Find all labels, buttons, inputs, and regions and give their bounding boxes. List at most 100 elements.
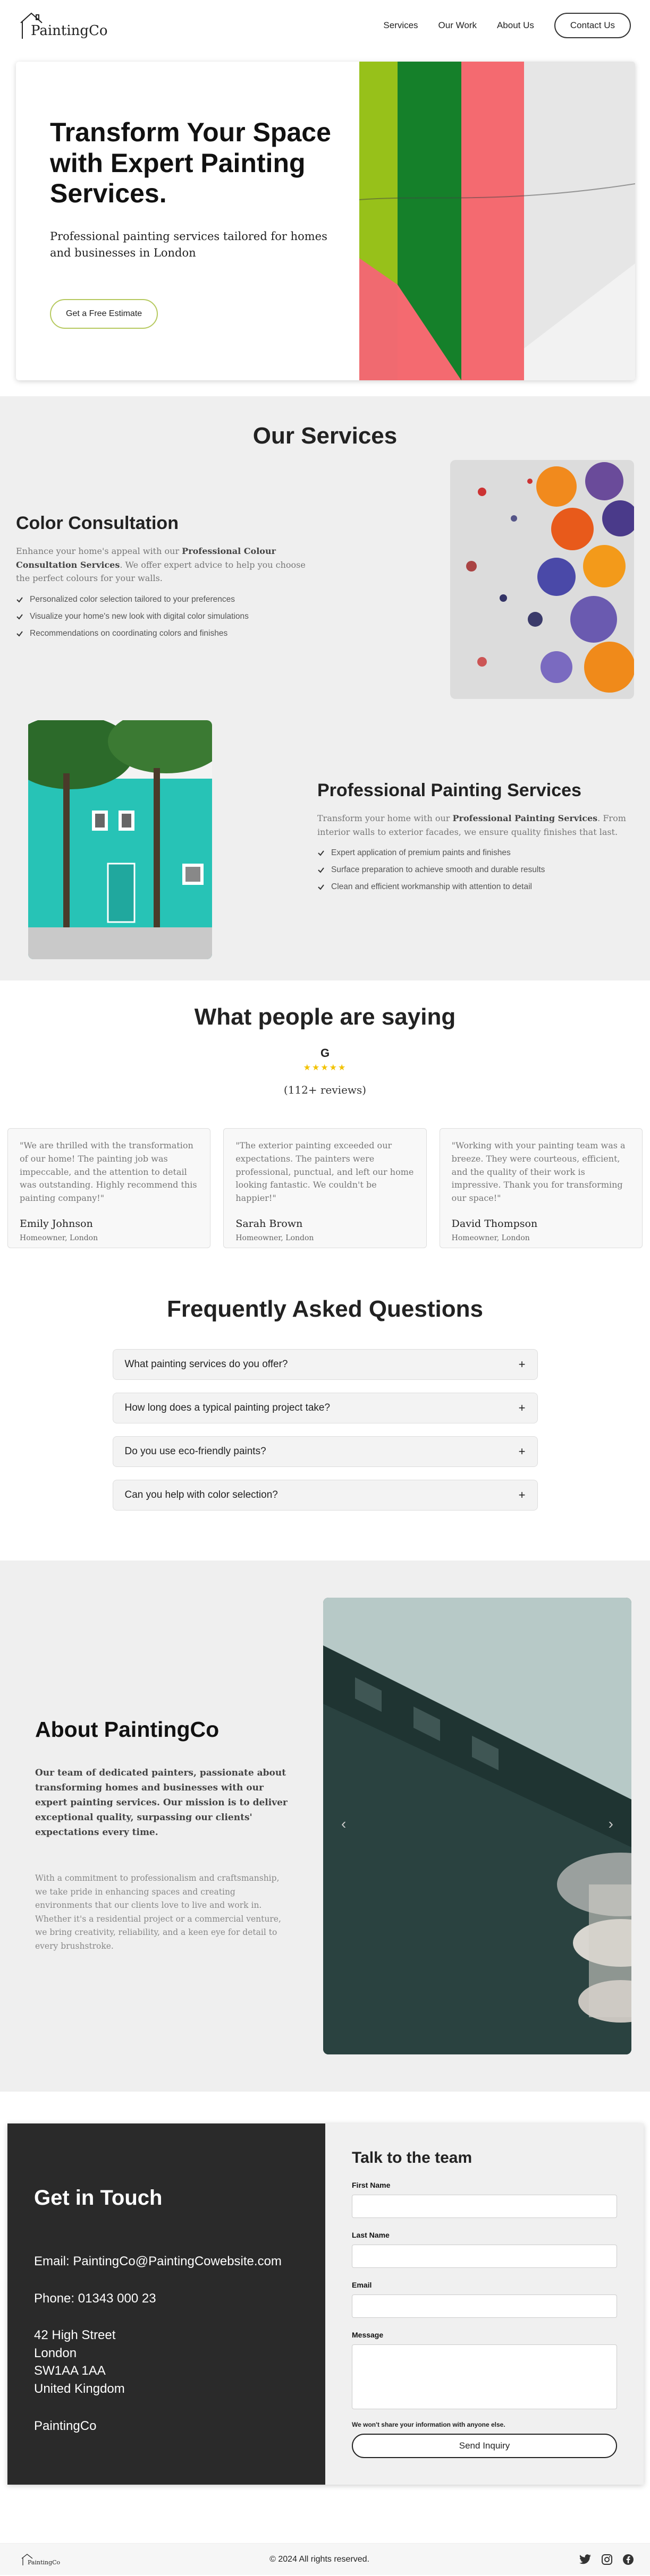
service-description: Enhance your home's appeal with our Prof… <box>16 546 306 584</box>
testimonial-role: Homeowner, London <box>20 1233 98 1242</box>
about-carousel: ‹ › <box>323 1598 631 2054</box>
hero-section: Transform Your Space with Expert Paintin… <box>0 51 650 396</box>
faq-question: Can you help with color selection? <box>124 1489 278 1500</box>
google-logo: G <box>320 1046 330 1060</box>
review-count: (112+ reviews) <box>283 1084 367 1096</box>
facebook-icon[interactable] <box>622 2554 634 2565</box>
faq-list: What painting services do you offer? + Ho… <box>112 1349 538 1511</box>
check-icon <box>16 631 23 637</box>
message-textarea[interactable] <box>352 2344 617 2409</box>
logo[interactable]: PaintingCo <box>19 11 108 40</box>
plus-icon[interactable]: + <box>519 1358 526 1371</box>
check-icon <box>16 597 23 603</box>
testimonial-card: "Working with your painting team was a b… <box>439 1128 643 1248</box>
carousel-prev-arrow[interactable]: ‹ <box>341 1815 346 1832</box>
contact-form: Talk to the team First Name Last Name Em… <box>325 2123 644 2485</box>
copyright: © 2024 All rights reserved. <box>269 2554 370 2564</box>
testimonial-cards: "We are thrilled with the transformation… <box>7 1128 643 1248</box>
instagram-icon[interactable] <box>601 2554 613 2565</box>
contact-info: Get in Touch Email: PaintingCo@PaintingC… <box>7 2123 325 2485</box>
hero-content: Transform Your Space with Expert Paintin… <box>16 62 359 380</box>
testimonial-quote: "Working with your painting team was a b… <box>451 1140 626 1204</box>
testimonials-section: What people are saying G ★★★★★ (112+ rev… <box>0 980 650 1269</box>
about-lead: Our team of dedicated painters, passiona… <box>35 1768 288 1838</box>
paint-cans-image <box>450 460 634 699</box>
plus-icon[interactable]: + <box>519 1445 526 1458</box>
first-name-input[interactable] <box>352 2195 617 2218</box>
faq-question: What painting services do you offer? <box>124 1359 288 1370</box>
faq-item[interactable]: Do you use eco-friendly paints? + <box>112 1436 538 1467</box>
contact-us-button[interactable]: Contact Us <box>554 13 631 38</box>
service-bullets: Personalized color selection tailored to… <box>16 595 314 638</box>
house-facade-graphic <box>28 720 212 959</box>
footer: PaintingCo © 2024 All rights reserved. <box>0 2543 650 2575</box>
nav-link-our-work[interactable]: Our Work <box>438 20 477 31</box>
testimonial-name: Emily Johnson <box>20 1217 93 1230</box>
service-text: Professional Painting Services Transform… <box>317 780 634 899</box>
top-nav: PaintingCo Services Our Work About Us Co… <box>0 0 650 51</box>
faq-question: How long does a typical painting project… <box>124 1402 331 1413</box>
carousel-next-arrow[interactable]: › <box>609 1815 613 1832</box>
last-name-label: Last Name <box>352 2231 390 2239</box>
hero-card: Transform Your Space with Expert Paintin… <box>16 62 635 380</box>
faq-question: Do you use eco-friendly paints? <box>124 1446 266 1457</box>
service-title: Color Consultation <box>16 513 179 534</box>
contact-details: Email: PaintingCo@PaintingCowebsite.com … <box>34 2253 325 2435</box>
list-item: Recommendations on coordinating colors a… <box>16 629 314 638</box>
about-body: With a commitment to professionalism and… <box>35 1873 281 1951</box>
plus-icon[interactable]: + <box>519 1488 526 1502</box>
social-links <box>579 2554 634 2565</box>
paint-cans-graphic <box>450 460 634 699</box>
faq-item[interactable]: Can you help with color selection? + <box>112 1480 538 1511</box>
check-icon <box>16 614 23 620</box>
twitter-icon[interactable] <box>579 2554 592 2565</box>
send-inquiry-button[interactable]: Send Inquiry <box>352 2434 617 2458</box>
service-bullets: Expert application of premium paints and… <box>317 848 634 892</box>
contact-phone[interactable]: Phone: 01343 000 23 <box>34 2290 325 2308</box>
nav-link-about-us[interactable]: About Us <box>497 20 534 31</box>
faq-item[interactable]: How long does a typical painting project… <box>112 1393 538 1423</box>
last-name-input[interactable] <box>352 2245 617 2268</box>
faq-item[interactable]: What painting services do you offer? + <box>112 1349 538 1380</box>
testimonial-name: David Thompson <box>451 1217 538 1230</box>
plus-icon[interactable]: + <box>519 1401 526 1415</box>
service-description: Transform your home with our Professiona… <box>317 813 626 837</box>
email-input[interactable] <box>352 2294 617 2318</box>
contact-card: Get in Touch Email: PaintingCo@PaintingC… <box>7 2123 644 2485</box>
hero-title: Transform Your Space with Expert Paintin… <box>50 117 331 208</box>
services-section: Our Services Color Consultation Enhance … <box>0 396 650 980</box>
service-text: Color Consultation Enhance your home's a… <box>16 513 314 646</box>
list-item: Clean and efficient workmanship with att… <box>317 882 634 892</box>
message-label: Message <box>352 2331 384 2339</box>
services-title: Our Services <box>252 423 398 449</box>
testimonial-role: Homeowner, London <box>451 1233 530 1242</box>
service-professional-painting: Professional Painting Services Transform… <box>16 720 634 959</box>
first-name-label: First Name <box>352 2181 391 2189</box>
nav-link-services[interactable]: Services <box>383 20 418 31</box>
footer-logo[interactable]: PaintingCo <box>21 2553 60 2566</box>
hero-image <box>359 62 635 380</box>
contact-section: Get in Touch Email: PaintingCo@PaintingC… <box>0 2092 650 2543</box>
check-icon <box>318 867 324 873</box>
contact-email[interactable]: Email: PaintingCo@PaintingCowebsite.com <box>34 2253 325 2271</box>
check-icon <box>318 850 324 856</box>
testimonials-title: What people are saying <box>194 1004 456 1030</box>
free-estimate-button[interactable]: Get a Free Estimate <box>50 298 158 329</box>
testimonial-name: Sarah Brown <box>235 1217 303 1230</box>
testimonial-card: "We are thrilled with the transformation… <box>7 1128 211 1248</box>
about-title: About PaintingCo <box>35 1717 220 1742</box>
contact-address: 42 High Street London SW1AA 1AA United K… <box>34 2328 125 2396</box>
nav-links: Services Our Work About Us Contact Us <box>383 13 631 38</box>
testimonial-quote: "The exterior painting exceeded our expe… <box>235 1140 414 1204</box>
faq-section: Frequently Asked Questions What painting… <box>0 1269 650 1560</box>
faq-title: Frequently Asked Questions <box>167 1296 483 1322</box>
testimonial-role: Homeowner, London <box>235 1233 314 1242</box>
list-item: Personalized color selection tailored to… <box>16 595 314 604</box>
privacy-note: We won't share your information with any… <box>352 2421 505 2428</box>
hero-subtitle: Professional painting services tailored … <box>50 229 327 260</box>
list-item: Surface preparation to achieve smooth an… <box>317 865 634 875</box>
house-facade-image <box>28 720 212 959</box>
testimonial-card: "The exterior painting exceeded our expe… <box>223 1128 427 1248</box>
about-section: About PaintingCo Our team of dedicated p… <box>0 1560 650 2092</box>
rating-stars: ★★★★★ <box>303 1063 347 1072</box>
